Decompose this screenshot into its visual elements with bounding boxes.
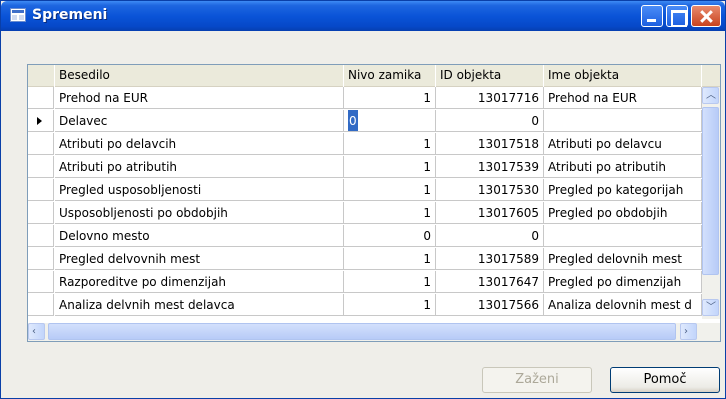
cell-name[interactable]: Prehod na EUR (544, 87, 702, 109)
cell-id[interactable]: 0 (436, 110, 544, 132)
maximize-button[interactable] (666, 5, 688, 27)
cell-text[interactable]: Atributi po delavcih (55, 133, 344, 155)
cell-name[interactable] (544, 225, 702, 247)
cell-text[interactable]: Delovno mesto (55, 225, 344, 247)
horizontal-scrollbar[interactable]: ‹ › (28, 323, 720, 341)
cell-name[interactable]: Pregled po kategorijah (544, 179, 702, 201)
row-selector[interactable] (28, 248, 54, 270)
grid-header: Besedilo Nivo zamika ID objekta Ime obje… (28, 65, 720, 87)
row-selector[interactable] (28, 294, 54, 316)
table-row[interactable]: Atributi po atributih 1 13017539 Atributi p… (28, 156, 720, 178)
cell-id[interactable]: 13017716 (436, 87, 544, 109)
column-header-nivo-zamika[interactable]: Nivo zamika (344, 65, 436, 87)
cell-level[interactable]: 1 (344, 133, 436, 155)
cell-id[interactable]: 0 (436, 225, 544, 247)
cell-name[interactable]: Pregled delovnih mest (544, 248, 702, 270)
row-selector[interactable] (28, 156, 54, 178)
chevron-right-icon: › (684, 326, 688, 337)
cell-edit-value[interactable]: 0 (348, 110, 358, 131)
cell-level[interactable]: 1 (344, 202, 436, 224)
vertical-scroll-thumb[interactable] (702, 107, 719, 275)
scroll-right-button[interactable]: › (680, 323, 697, 340)
cell-text[interactable]: Pregled delvovnih mest (55, 248, 344, 270)
title-bar[interactable]: Spremeni (1, 1, 725, 31)
chevron-down-icon: ﹀ (706, 302, 716, 313)
cell-id[interactable]: 13017647 (436, 271, 544, 293)
cell-id[interactable]: 13017589 (436, 248, 544, 270)
row-selector-header (28, 65, 55, 87)
cell-text[interactable]: Prehod na EUR (55, 87, 344, 109)
table-row[interactable]: Prehod na EUR 1 13017716 Prehod na EUR (28, 87, 720, 109)
row-selector[interactable] (28, 179, 54, 201)
cell-name[interactable]: Pregled po obdobjih (544, 202, 702, 224)
table-row[interactable]: Pregled delvovnih mest 1 13017589 Pregled d… (28, 248, 720, 270)
cell-level[interactable]: 1 (344, 294, 436, 316)
cell-text[interactable]: Analiza delvnih mest delavca (55, 294, 344, 316)
run-button[interactable]: Zaženi (482, 367, 592, 393)
cell-id[interactable]: 13017518 (436, 133, 544, 155)
cell-name[interactable]: Atributi po delavcu (544, 133, 702, 155)
column-header-besedilo[interactable]: Besedilo (55, 65, 344, 87)
cell-level[interactable]: 1 (344, 156, 436, 178)
chevron-up-icon: ︿ (706, 90, 716, 101)
table-row[interactable]: Analiza delvnih mest delavca 1 13017566 Ana… (28, 294, 720, 316)
table-row[interactable]: Razporeditve po dimenzijah 1 13017647 Pregl… (28, 271, 720, 293)
cell-name[interactable]: Pregled po dimenzijah (544, 271, 702, 293)
cell-id[interactable]: 13017530 (436, 179, 544, 201)
cell-name[interactable]: Atributi po atributih (544, 156, 702, 178)
cell-text[interactable]: Razporeditve po dimenzijah (55, 271, 344, 293)
table-row[interactable]: Usposobljenosti po obdobjih 1 13017605 Preg… (28, 202, 720, 224)
close-button[interactable] (691, 5, 721, 27)
window-icon (10, 8, 26, 22)
cell-name[interactable]: Analiza delovnih mest d (544, 294, 702, 316)
horizontal-scroll-thumb[interactable] (48, 323, 676, 340)
column-header-ime-objekta[interactable]: Ime objekta (544, 65, 702, 87)
cell-text[interactable]: Delavec (55, 110, 344, 132)
row-selector[interactable] (28, 202, 54, 224)
row-selector[interactable] (28, 110, 54, 132)
row-selector[interactable] (28, 87, 54, 109)
cell-name[interactable] (544, 110, 702, 132)
column-header-id-objekta[interactable]: ID objekta (436, 65, 544, 87)
cell-id[interactable]: 13017566 (436, 294, 544, 316)
row-selector[interactable] (28, 271, 54, 293)
current-row-arrow-icon (37, 117, 42, 125)
row-selector[interactable] (28, 225, 54, 247)
cell-level[interactable]: 0 (344, 225, 436, 247)
window-title: Spremeni (32, 7, 108, 23)
cell-level[interactable]: 1 (344, 179, 436, 201)
cell-level[interactable]: 1 (344, 87, 436, 109)
chevron-left-icon: ‹ (32, 326, 36, 337)
cell-text[interactable]: Atributi po atributih (55, 156, 344, 178)
table-row[interactable]: Atributi po delavcih 1 13017518 Atributi po… (28, 133, 720, 155)
minimize-button[interactable] (641, 5, 663, 27)
row-selector[interactable] (28, 133, 54, 155)
scroll-up-button[interactable]: ︿ (702, 87, 719, 104)
vertical-scrollbar[interactable]: ︿ ﹀ (702, 87, 720, 319)
cell-text[interactable]: Usposobljenosti po obdobjih (55, 202, 344, 224)
cell-level[interactable]: 0 (344, 110, 436, 132)
cell-text[interactable]: Pregled usposobljenosti (55, 179, 344, 201)
data-grid: Besedilo Nivo zamika ID objekta Ime obje… (27, 64, 721, 342)
table-row[interactable]: Pregled usposobljenosti 1 13017530 Pregled … (28, 179, 720, 201)
cell-level[interactable]: 1 (344, 271, 436, 293)
table-row[interactable]: Delovno mesto 0 0 (28, 225, 720, 247)
dialog-window: Spremeni Besedilo Nivo zamika ID objekta… (0, 0, 726, 399)
cell-id[interactable]: 13017605 (436, 202, 544, 224)
cell-level[interactable]: 1 (344, 248, 436, 270)
help-button[interactable]: Pomoč (610, 367, 720, 393)
cell-id[interactable]: 13017539 (436, 156, 544, 178)
table-row[interactable]: Delavec 0 0 (28, 110, 720, 132)
scroll-down-button[interactable]: ﹀ (702, 299, 719, 316)
scroll-left-button[interactable]: ‹ (28, 323, 45, 340)
